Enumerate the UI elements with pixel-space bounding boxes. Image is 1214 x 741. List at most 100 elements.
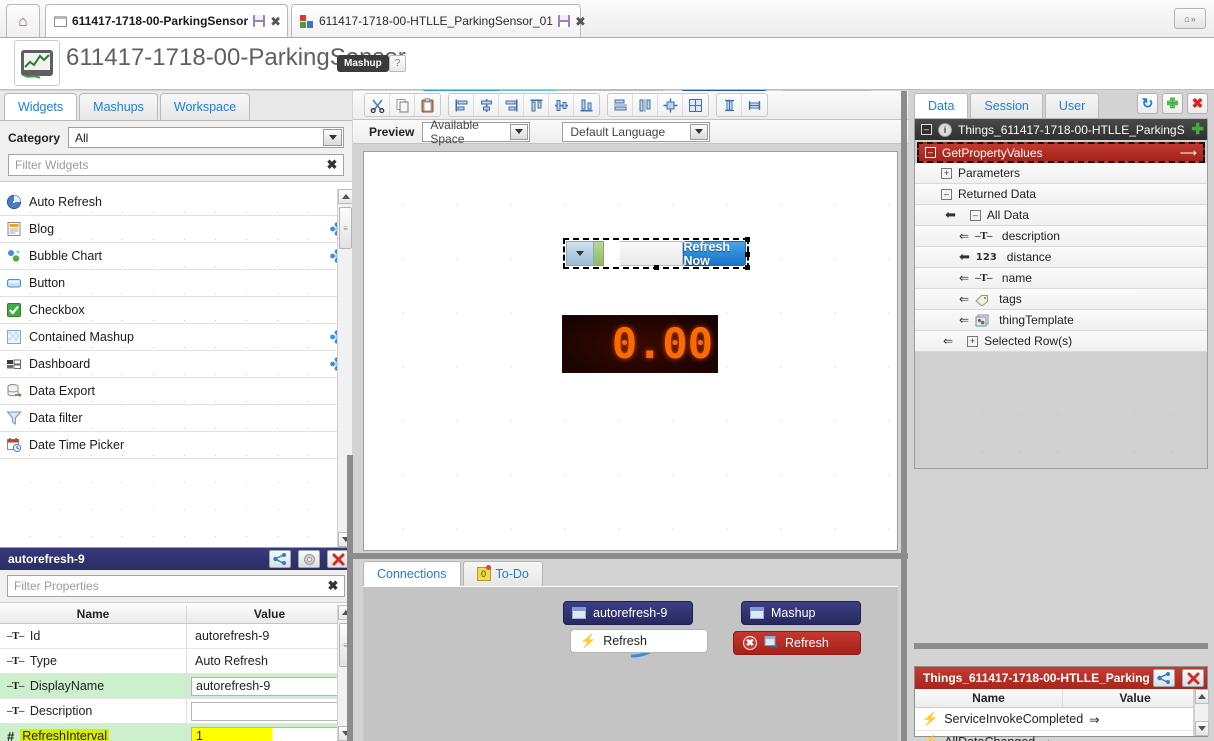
resize-handle[interactable] (745, 252, 750, 257)
chevron-down-icon[interactable] (566, 241, 594, 266)
align-left-icon[interactable] (449, 94, 474, 116)
binding-arrow-icon[interactable]: ⬅ (959, 249, 970, 265)
resize-handle[interactable] (654, 265, 659, 270)
target-node[interactable]: Mashup (741, 601, 861, 625)
auto-refresh-controls[interactable] (566, 241, 620, 266)
tab-widgets[interactable]: Widgets (4, 93, 78, 120)
table-row[interactable]: ⚡ ServiceInvokeCompleted ⇒ (915, 708, 1193, 731)
widget-list-item-blog[interactable]: Blog (0, 216, 352, 243)
connections-diagram[interactable]: autorefresh-9 ⚡ Refresh Mashup ✖ Refresh (363, 586, 898, 741)
widget-list-item-bubble-chart[interactable]: Bubble Chart (0, 243, 352, 270)
grid-icon[interactable] (683, 94, 708, 116)
refresh-now-button[interactable]: Refresh Now (682, 240, 746, 268)
widget-list-item-auto-refresh[interactable]: Auto Refresh (0, 189, 352, 216)
tree-row-all-data[interactable]: ⬅ – All Data (915, 205, 1207, 226)
widget-list-item-data-filter[interactable]: Data filter (0, 405, 352, 432)
led-display-widget[interactable]: 0.00 (562, 315, 718, 373)
expand-icon[interactable]: + (941, 167, 952, 179)
widget-list-item-contained-mashup[interactable]: Contained Mashup (0, 324, 352, 351)
align-center-vertical-icon[interactable] (474, 94, 499, 116)
tree-row-thing-template[interactable]: ⇐ thingTemplate (915, 310, 1207, 331)
close-icon[interactable]: ✖ (575, 15, 586, 28)
binding-arrow-icon[interactable]: ⇐ (959, 313, 969, 327)
center-icon[interactable] (658, 94, 683, 116)
filter-properties-input[interactable] (8, 577, 322, 595)
align-top-icon[interactable] (524, 94, 549, 116)
resize-handle[interactable] (745, 265, 750, 270)
tree-row-distance[interactable]: ⬅ 123 distance (915, 247, 1207, 268)
same-width-icon[interactable] (742, 94, 767, 116)
binding-arrow-icon[interactable]: ⇐ (943, 334, 953, 348)
refresh-icon[interactable]: ↻ (1137, 93, 1158, 114)
mashup-canvas[interactable]: Refresh Now 0.00 (363, 151, 898, 551)
table-row[interactable]: –T– DisplayName autorefresh-9 (0, 674, 352, 699)
chevron-down-icon[interactable] (323, 129, 342, 146)
binding-arrow-right-icon[interactable]: ⟶ (1180, 146, 1197, 160)
align-right-icon[interactable] (499, 94, 524, 116)
table-row[interactable]: –T– Type Auto Refresh (0, 649, 352, 674)
preview-language-select[interactable]: Default Language (562, 121, 711, 142)
tab-session[interactable]: Session (970, 93, 1043, 118)
widget-list-item-data-export[interactable]: Data Export (0, 378, 352, 405)
tab-workspace[interactable]: Workspace (159, 93, 251, 120)
tree-row-returned-data[interactable]: – Returned Data (915, 184, 1207, 205)
right-vertical-splitter[interactable] (901, 91, 907, 741)
widget-list-item-date-time-picker[interactable]: Date Time Picker (0, 432, 352, 459)
tab-mashups[interactable]: Mashups (79, 93, 158, 120)
close-icon[interactable]: ✖ (1187, 93, 1208, 114)
binding-arrow-right-icon[interactable]: ⇒ (1041, 735, 1051, 741)
remove-binding-icon[interactable]: ✖ (743, 636, 757, 650)
chevron-down-icon[interactable] (510, 123, 529, 140)
add-icon[interactable]: ✙ (1162, 93, 1183, 114)
target-service-pill[interactable]: ✖ Refresh (733, 631, 861, 655)
collapse-icon[interactable]: – (925, 147, 936, 158)
chevron-down-icon[interactable] (690, 123, 709, 140)
same-height-icon[interactable] (717, 94, 742, 116)
properties-filter-field[interactable]: ✖ (7, 575, 345, 597)
source-event-pill[interactable]: ⚡ Refresh (570, 629, 708, 653)
tree-row-name[interactable]: ⇐ –T– name (915, 268, 1207, 289)
align-middle-icon[interactable] (549, 94, 574, 116)
auto-refresh-widget[interactable]: Refresh Now (563, 237, 750, 270)
cut-icon[interactable] (365, 94, 390, 116)
tab-connections[interactable]: Connections (363, 561, 461, 586)
data-entity-header[interactable]: – i Things_611417-1718-00-HTLLE_ParkingS… (915, 119, 1207, 140)
collapse-icon[interactable]: – (969, 209, 981, 221)
help-button[interactable]: ? (389, 55, 406, 72)
widget-list-item-dashboard[interactable]: Dashboard (0, 351, 352, 378)
category-select[interactable]: All (68, 127, 344, 148)
document-tab-thing[interactable]: 611417-1718-00-HTLLE_ParkingSensor_01 ✖ (291, 4, 586, 37)
scrollbar-thumb[interactable]: ≡ (339, 207, 352, 249)
copy-icon[interactable] (390, 94, 415, 116)
events-scrollbar[interactable] (1193, 689, 1209, 736)
tab-user[interactable]: User (1044, 93, 1100, 118)
property-value-input[interactable]: 1 (191, 726, 348, 741)
selected-service-row[interactable]: – GetPropertyValues ⟶ (917, 142, 1205, 163)
binding-arrow-icon[interactable]: ⇐ (959, 229, 969, 243)
tree-row-selected-rows[interactable]: ⇐ + Selected Row(s) (915, 331, 1207, 352)
property-value-input[interactable] (191, 701, 348, 721)
canvas-horizontal-splitter[interactable] (353, 553, 908, 559)
scroll-up-arrow[interactable] (338, 189, 352, 204)
binding-arrow-right-icon[interactable]: ⇒ (1089, 712, 1099, 727)
collapse-icon[interactable]: – (941, 188, 952, 200)
tree-row-tags[interactable]: ⇐ tags (915, 289, 1207, 310)
close-icon[interactable]: ✖ (270, 15, 281, 28)
distribute-vertical-icon[interactable] (633, 94, 658, 116)
data-tree[interactable]: – i Things_611417-1718-00-HTLLE_ParkingS… (914, 118, 1208, 469)
widget-filter-field[interactable]: ✖ (8, 154, 344, 176)
widget-list-item-button[interactable]: Button (0, 270, 352, 297)
add-icon[interactable]: ✚ (1191, 122, 1204, 137)
document-tab-mashup[interactable]: 611417-1718-00-ParkingSensor ✖ (45, 4, 288, 37)
scroll-up-arrow[interactable] (1195, 689, 1209, 704)
save-icon[interactable] (253, 15, 266, 27)
scroll-down-arrow[interactable] (1195, 721, 1209, 736)
widget-list-item-checkbox[interactable]: Checkbox (0, 297, 352, 324)
collapse-icon[interactable]: – (921, 124, 932, 135)
tree-row-description[interactable]: ⇐ –T– description (915, 226, 1207, 247)
close-icon[interactable] (1182, 669, 1204, 687)
table-row[interactable]: # RefreshInterval 1 (0, 724, 352, 741)
binding-arrow-icon[interactable]: ⬅ (945, 207, 956, 223)
distribute-horizontal-icon[interactable] (608, 94, 633, 116)
filter-widgets-input[interactable] (9, 156, 321, 174)
